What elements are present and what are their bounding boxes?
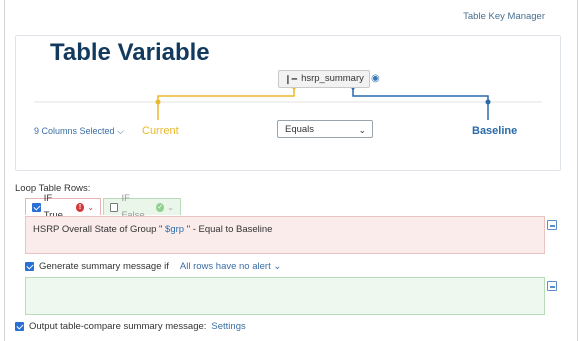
variable-pill[interactable]: ❙━ hsrp_summary — [278, 70, 370, 88]
chevron-down-icon: ⌄ — [167, 202, 174, 212]
tab-if-true[interactable]: IF True ! ⌄ — [25, 193, 101, 221]
chevron-down-icon: ⌄ — [87, 202, 95, 212]
columns-selected-dropdown[interactable]: 9 Columns Selected ⌵ — [34, 126, 124, 137]
generate-summary-row: Generate summary message if All rows hav… — [25, 261, 281, 272]
app-frame: Table Key Manager Table Variable ❙━ hsrp… — [4, 0, 578, 341]
if-true-checkbox[interactable] — [32, 202, 41, 212]
current-label: Current — [142, 125, 179, 137]
connector-lines — [34, 86, 542, 120]
table-variable-panel: Table Variable ❙━ hsrp_summary ◉ 9 Colum… — [15, 35, 561, 171]
output-summary-checkbox[interactable] — [15, 322, 24, 331]
tab-if-false[interactable]: IF False ✓ ⌄ — [103, 193, 181, 221]
settings-link[interactable]: Settings — [211, 321, 245, 332]
operator-select[interactable]: Equals ⌄ — [277, 120, 373, 138]
chevron-down-icon: ⌄ — [273, 261, 282, 272]
edit-icon[interactable] — [547, 281, 557, 291]
summary-message-box[interactable] — [25, 277, 545, 315]
baseline-label: Baseline — [472, 125, 518, 137]
chevron-down-icon: ⌄ — [358, 125, 366, 135]
edit-icon[interactable] — [547, 220, 557, 230]
if-false-checkbox[interactable] — [110, 202, 119, 212]
generate-condition-dropdown[interactable]: All rows have no alert ⌄ — [180, 261, 281, 272]
output-summary-row: Output table-compare summary message: Se… — [15, 321, 246, 332]
eye-icon[interactable]: ◉ — [371, 73, 383, 84]
variable-name: hsrp_summary — [301, 73, 364, 84]
condition-box[interactable]: HSRP Overall State of Group " $grp " - E… — [25, 216, 545, 254]
top-bar: Table Key Manager — [5, 0, 577, 30]
condition-variable: $grp — [165, 224, 185, 235]
error-icon: ! — [75, 202, 85, 212]
table-icon: ❙━ — [284, 74, 298, 84]
check-circle-icon: ✓ — [156, 202, 165, 212]
generate-summary-checkbox[interactable] — [25, 262, 34, 271]
table-key-manager-link[interactable]: Table Key Manager — [463, 11, 545, 22]
chevron-down-icon: ⌵ — [117, 126, 124, 136]
